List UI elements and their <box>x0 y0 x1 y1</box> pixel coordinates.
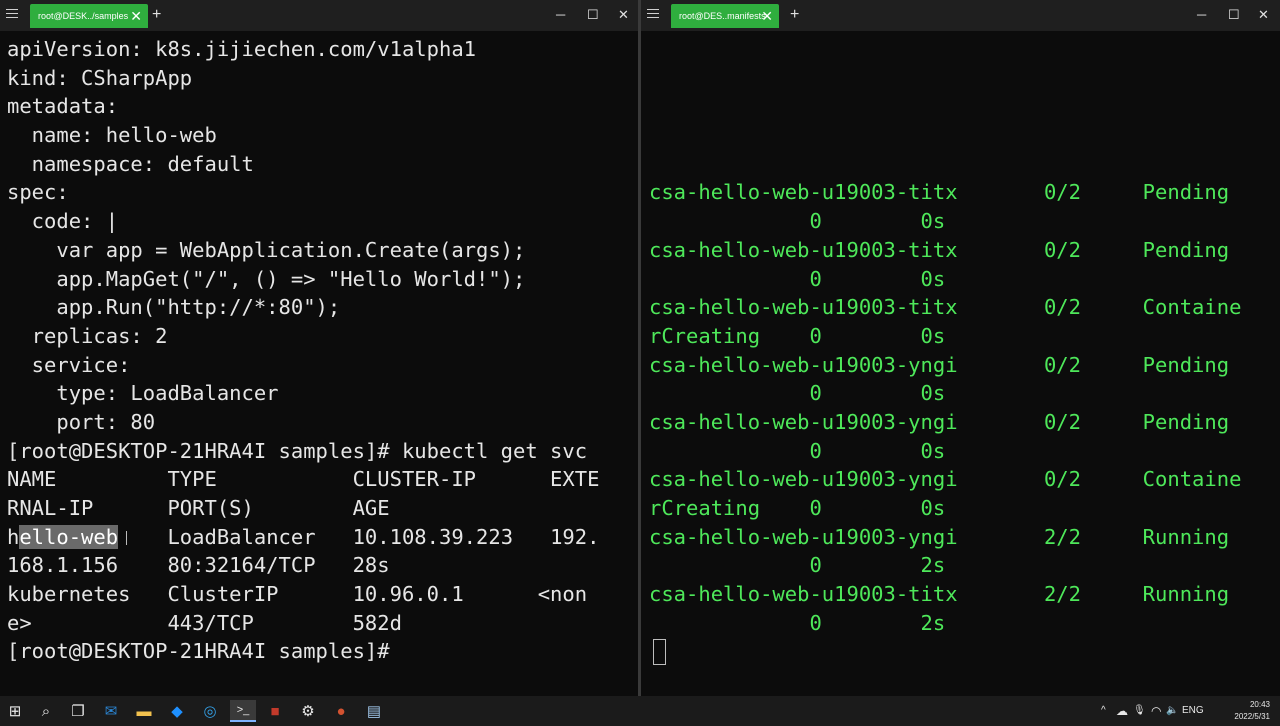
terminal-line: kind: CSharpApp <box>7 65 193 90</box>
language-indicator[interactable]: ENG <box>1182 696 1204 726</box>
terminal-line: apiVersion: k8s.jijiechen.com/v1alpha1 <box>7 37 476 61</box>
prompt-line[interactable]: [root@DESKTOP-21HRA4I samples]# <box>7 637 638 666</box>
pod-row-continued: 0 2s <box>649 610 946 635</box>
maximize-button[interactable]: ☐ <box>587 6 599 24</box>
menu-icon[interactable] <box>647 9 659 21</box>
tab-manifests[interactable]: root@DES..manifests ✕ <box>671 4 779 28</box>
svc-row-rest: LoadBalancer 10.108.39.223 192. <box>118 524 600 549</box>
minimize-button[interactable]: ─ <box>556 6 565 24</box>
powerpoint-icon[interactable]: ● <box>330 700 352 722</box>
input-line[interactable] <box>649 637 1280 666</box>
terminal-line: var app = WebApplication.Create(args); <box>7 237 526 262</box>
pod-row: csa-hello-web-u19003-yngi 2/2 Running <box>649 524 1230 549</box>
terminal-line: service: <box>7 352 131 377</box>
table-header: NAME TYPE CLUSTER-IP EXTE <box>7 467 600 492</box>
pod-row-continued: 0 0s <box>649 438 946 463</box>
left-terminal-window[interactable]: root@DESK../samples ✕ + ─ ☐ ✕ apiVersion… <box>0 0 638 696</box>
microphone-icon[interactable]: 🎙 <box>1133 696 1146 726</box>
terminal-line: app.MapGet("/", () => "Hello World!"); <box>7 266 526 291</box>
terminal-line: 168.1.156 80:32164/TCP 28s <box>7 553 390 578</box>
volume-icon[interactable]: 🔈 <box>1166 696 1178 726</box>
clock[interactable]: 20:43 2022/5/31 <box>1234 699 1270 723</box>
svc-name-first-char: h <box>7 524 20 549</box>
selected-text[interactable]: ello-web <box>19 524 119 549</box>
pod-row-continued: rCreating 0 0s <box>649 323 946 348</box>
pod-row: csa-hello-web-u19003-titx 0/2 Pending <box>649 237 1230 262</box>
command-line: [root@DESKTOP-21HRA4I samples]# kubectl … <box>7 438 588 463</box>
search-icon[interactable]: ⌕ <box>35 700 57 722</box>
pod-row-continued: 0 0s <box>649 381 946 406</box>
notepad-icon[interactable]: ▤ <box>363 700 385 722</box>
text-cursor-icon <box>126 531 127 545</box>
tray-chevron-icon[interactable]: ^ <box>1101 696 1106 726</box>
maximize-button[interactable]: ☐ <box>1228 6 1240 24</box>
left-title-bar[interactable]: root@DESK../samples ✕ + ─ ☐ ✕ <box>0 0 638 31</box>
pod-row: csa-hello-web-u19003-yngi 0/2 Containe <box>649 467 1242 492</box>
windows-start-icon[interactable]: ⊞ <box>4 700 26 722</box>
pod-row-continued: 0 0s <box>649 266 946 291</box>
taskbar: ⊞ ⌕ ❐ ✉ ▬ ◆ ◎ >_ ■ ⚙ ● ▤ ^ ☁ 🎙 ◠ 🔈 ENG 2… <box>0 696 1280 726</box>
pod-row: csa-hello-web-u19003-yngi 0/2 Pending <box>649 352 1230 377</box>
new-tab-button[interactable]: + <box>790 4 799 26</box>
pod-row-continued: rCreating 0 0s <box>649 496 946 520</box>
terminal-line: name: hello-web <box>7 123 217 148</box>
svc-row-hello-web: hello-web LoadBalancer 10.108.39.223 192… <box>7 523 638 552</box>
terminal-output[interactable]: csa-hello-web-u19003-titx 0/2 Pending 0 … <box>641 35 1280 696</box>
terminal-line: code: | <box>7 209 119 234</box>
svc-row-kubernetes: kubernetes ClusterIP 10.96.0.1 <non <box>7 582 588 607</box>
new-tab-button[interactable]: + <box>152 4 161 26</box>
close-button[interactable]: ✕ <box>1258 6 1269 24</box>
settings-gear-icon[interactable]: ⚙ <box>297 700 319 722</box>
terminal-line: type: LoadBalancer <box>7 381 279 406</box>
right-terminal-window[interactable]: root@DES..manifests ✕ + ─ ☐ ✕ csa-hello-… <box>641 0 1280 696</box>
terminal-output[interactable]: apiVersion: k8s.jijiechen.com/v1alpha1 k… <box>0 35 638 696</box>
pod-row: csa-hello-web-u19003-titx 2/2 Running <box>649 582 1230 607</box>
tab-title: root@DES..manifests <box>679 11 766 21</box>
terminal-icon[interactable]: >_ <box>230 700 256 722</box>
terminal-cursor <box>653 639 666 666</box>
pod-row: csa-hello-web-u19003-titx 0/2 Pending <box>649 180 1230 205</box>
pod-row-continued: 0 2s <box>649 553 946 578</box>
table-header: RNAL-IP PORT(S) AGE <box>7 496 390 520</box>
wifi-icon[interactable]: ◠ <box>1151 696 1161 726</box>
app-icon[interactable]: ◆ <box>166 700 188 722</box>
tab-samples[interactable]: root@DESK../samples ✕ <box>30 4 148 28</box>
file-explorer-icon[interactable]: ▬ <box>133 700 155 722</box>
terminal-line: replicas: 2 <box>7 323 168 348</box>
red-app-icon[interactable]: ■ <box>264 700 286 722</box>
task-view-icon[interactable]: ❐ <box>67 700 89 722</box>
onedrive-cloud-icon[interactable]: ☁ <box>1116 696 1128 726</box>
mail-icon[interactable]: ✉ <box>100 700 122 722</box>
menu-icon[interactable] <box>6 9 18 21</box>
terminal-line: port: 80 <box>7 409 156 434</box>
pod-row-continued: 0 0s <box>649 209 946 234</box>
terminal-line: app.Run("http://*:80"); <box>7 295 341 320</box>
terminal-line: e> 443/TCP 582d <box>7 610 402 635</box>
minimize-button[interactable]: ─ <box>1197 6 1206 24</box>
right-title-bar[interactable]: root@DES..manifests ✕ + ─ ☐ ✕ <box>641 0 1280 31</box>
terminal-line: spec: <box>7 180 69 205</box>
pod-row: csa-hello-web-u19003-yngi 0/2 Pending <box>649 409 1230 434</box>
clock-date: 2022/5/31 <box>1234 712 1270 721</box>
tab-title: root@DESK../samples <box>38 11 129 21</box>
tab-close-icon[interactable]: ✕ <box>761 4 773 28</box>
edge-browser-icon[interactable]: ◎ <box>199 700 221 722</box>
pod-row: csa-hello-web-u19003-titx 0/2 Containe <box>649 295 1242 320</box>
close-button[interactable]: ✕ <box>618 6 629 24</box>
clock-time: 20:43 <box>1249 700 1270 709</box>
terminal-line: namespace: default <box>7 151 254 176</box>
terminal-line: metadata: <box>7 94 119 119</box>
tab-close-icon[interactable]: ✕ <box>130 4 142 28</box>
